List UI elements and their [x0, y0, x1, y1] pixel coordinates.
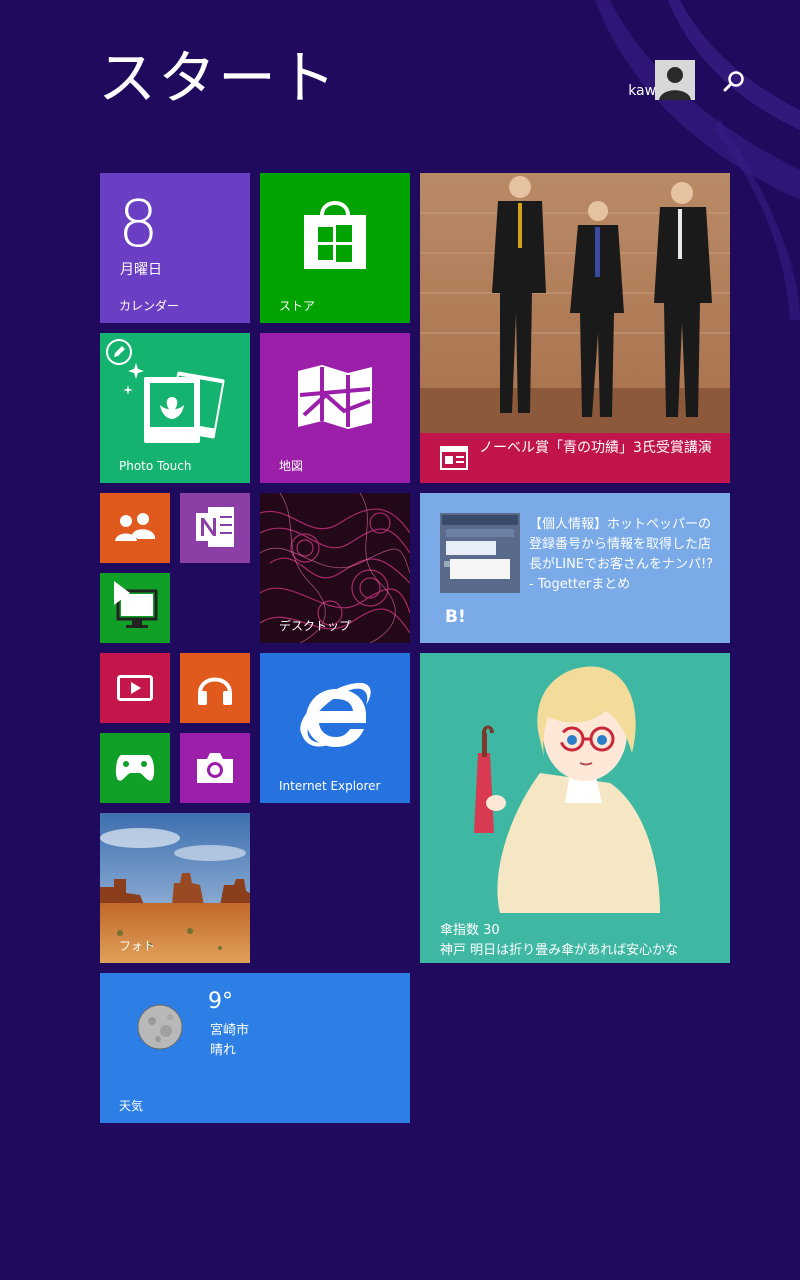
- news-icon: [440, 446, 468, 470]
- tile-games[interactable]: [100, 733, 170, 803]
- tile-label: Photo Touch: [119, 459, 192, 473]
- start-screen: スタート k kawauchi 8 月曜日 カレンダー ストア: [0, 0, 800, 1280]
- umbrella-forecast-text: 神戸 明日は折り畳み傘があれば安心かな: [440, 943, 679, 958]
- page-title: スタート: [98, 44, 339, 112]
- tile-music[interactable]: [180, 653, 250, 723]
- camera-icon: [197, 753, 233, 783]
- tile-label: ストア: [279, 299, 316, 313]
- moon-icon: [137, 1004, 183, 1050]
- tile-label: フォト: [119, 939, 156, 953]
- search-button[interactable]: [720, 68, 748, 96]
- news-caption: ノーベル賞「青の功績」3氏受賞講演: [420, 433, 730, 483]
- tile-store[interactable]: ストア: [260, 173, 410, 323]
- people-icon: [115, 513, 155, 541]
- calendar-day: 8: [118, 188, 159, 262]
- tile-photos[interactable]: フォト: [100, 813, 250, 963]
- tile-news[interactable]: ノーベル賞「青の功績」3氏受賞講演: [420, 173, 730, 483]
- tile-onenote[interactable]: [180, 493, 250, 563]
- tile-label: 地図: [279, 459, 304, 473]
- remote-desktop-icon: [114, 581, 158, 628]
- headphones-icon: [198, 677, 232, 705]
- onenote-icon: [196, 507, 234, 547]
- umbrella-index-text: 傘指数 30: [440, 923, 500, 938]
- tile-video[interactable]: [100, 653, 170, 723]
- tile-photo-touch[interactable]: Photo Touch: [100, 333, 250, 483]
- tile-internet-explorer[interactable]: Internet Explorer: [260, 653, 410, 803]
- hatena-article-text: 【個人情報】ホットペッパーの登録番号から情報を取得した店長がLINEでお客さんを…: [529, 517, 714, 592]
- search-icon: [723, 71, 744, 92]
- tile-label: Internet Explorer: [279, 779, 381, 793]
- weather-temperature: 9°: [208, 989, 233, 1014]
- tile-weather[interactable]: 9° 宮崎市 晴れ 天気: [100, 973, 410, 1123]
- news-headline: ノーベル賞「青の功績」3氏受賞講演: [479, 440, 712, 456]
- game-controller-icon: [115, 755, 155, 781]
- calendar-weekday: 月曜日: [120, 262, 162, 278]
- tile-label: カレンダー: [119, 299, 180, 313]
- tile-calendar[interactable]: 8 月曜日 カレンダー: [100, 173, 250, 323]
- anime-girl-illustration: [474, 666, 660, 913]
- tile-label: 天気: [119, 1099, 144, 1113]
- photo-touch-icon: [123, 363, 225, 443]
- hatena-logo: B!: [445, 607, 466, 627]
- tile-label: デスクトップ: [279, 619, 352, 633]
- tile-people[interactable]: [100, 493, 170, 563]
- internet-explorer-icon: [300, 682, 371, 747]
- weather-condition: 晴れ: [210, 1043, 237, 1058]
- news-photo: [420, 173, 730, 433]
- article-thumbnail: [440, 513, 520, 593]
- tile-remote-desktop[interactable]: [100, 573, 170, 643]
- tile-maps[interactable]: 地図: [260, 333, 410, 483]
- video-icon: [117, 675, 153, 701]
- tile-camera[interactable]: [180, 733, 250, 803]
- tile-hatena-bookmark[interactable]: 【個人情報】ホットペッパーの登録番号から情報を取得した店長がLINEでお客さんを…: [420, 493, 730, 643]
- avatar[interactable]: [655, 60, 695, 100]
- map-icon: [298, 365, 372, 429]
- tile-umbrella-index[interactable]: 傘指数 30 神戸 明日は折り畳み傘があれば安心かな: [420, 653, 730, 963]
- store-bag-icon: [304, 201, 366, 269]
- tile-desktop[interactable]: デスクトップ: [260, 493, 410, 643]
- weather-city: 宮崎市: [210, 1023, 250, 1038]
